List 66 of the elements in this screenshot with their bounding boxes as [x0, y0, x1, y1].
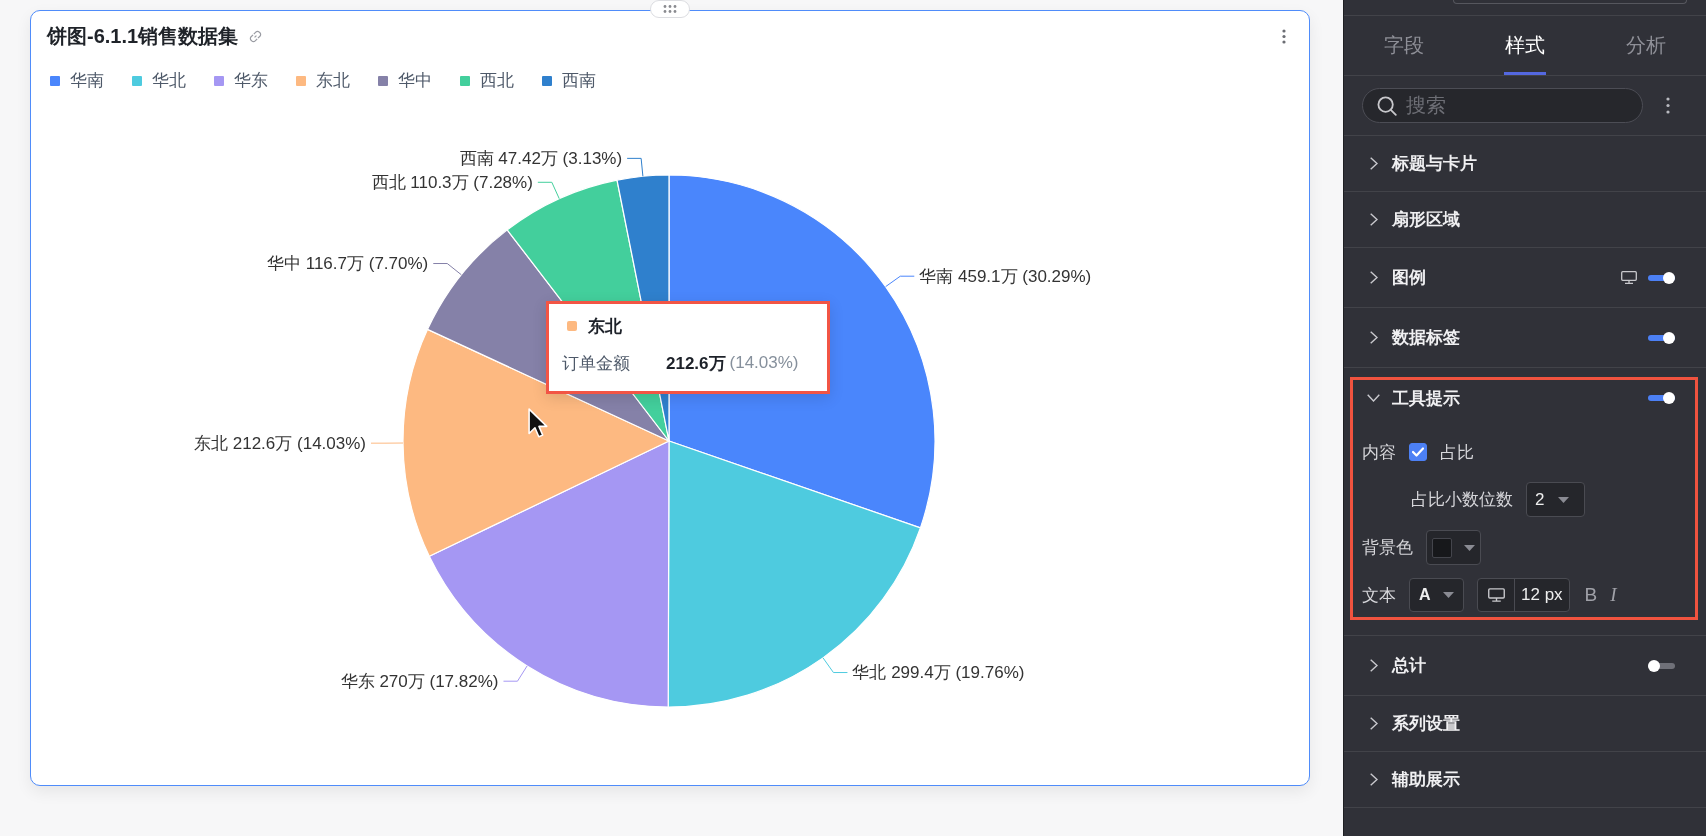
cursor-icon	[528, 408, 549, 439]
chart-title: 饼图-6.1.1销售数据集	[47, 24, 239, 48]
data-label: 华东 270万 (17.82%)	[340, 671, 499, 691]
tooltip-title: 东北	[588, 315, 622, 338]
search-icon	[1377, 96, 1397, 116]
section-header[interactable]: 工具提示	[1367, 386, 1460, 410]
section-header[interactable]: 图例	[1370, 266, 1426, 289]
tooltip-percent: (14.03%)	[729, 353, 799, 373]
pie-slice[interactable]	[428, 440, 670, 708]
legend-label[interactable]: 华东	[234, 71, 268, 91]
leader-line	[537, 181, 560, 200]
setting-label: 文本	[1362, 584, 1396, 607]
section-header[interactable]: 系列设置	[1370, 712, 1460, 735]
data-label: 华南 459.1万 (30.29%)	[919, 266, 1092, 286]
setting-label: 内容	[1362, 441, 1396, 464]
toggle-switch[interactable]	[1648, 392, 1675, 404]
tooltip-metric: 订单金额	[562, 352, 630, 375]
section-header[interactable]: 扇形区域	[1370, 208, 1460, 231]
data-label: 东北 212.6万 (14.03%)	[194, 433, 366, 453]
caret-icon	[1464, 544, 1475, 551]
more-icon[interactable]	[1282, 28, 1286, 44]
leader-line	[503, 665, 528, 682]
more-icon[interactable]	[1666, 97, 1670, 114]
search-field[interactable]: 搜索	[1362, 88, 1643, 123]
monitor-icon[interactable]	[1621, 271, 1637, 284]
drag-handle-icon[interactable]	[650, 0, 690, 18]
data-label: 华北 299.4万 (19.76%)	[852, 663, 1025, 683]
legend-label[interactable]: 华中	[398, 71, 432, 91]
legend-label[interactable]: 西南	[562, 71, 596, 91]
leader-line	[822, 657, 848, 674]
monitor-icon[interactable]	[1487, 588, 1505, 602]
leader-line	[370, 442, 404, 444]
setting-label: 占比小数位数	[1411, 489, 1513, 511]
legend-label[interactable]: 华北	[152, 71, 186, 91]
section-header[interactable]: 总计	[1370, 654, 1426, 677]
tooltip-value: 212.6万	[666, 352, 726, 375]
legend-label[interactable]: 华南	[70, 71, 104, 91]
legend-label[interactable]: 西北	[480, 71, 514, 91]
bold-button[interactable]: B	[1582, 584, 1600, 606]
tab[interactable]: 字段	[1383, 16, 1426, 75]
caret-icon	[1558, 496, 1570, 503]
option-label[interactable]: 占比	[1440, 440, 1474, 464]
data-label: 华中 116.7万 (7.70%)	[267, 254, 429, 274]
caret-icon	[1442, 592, 1454, 598]
tab[interactable]: 分析	[1624, 16, 1667, 75]
checkbox[interactable]	[1409, 443, 1427, 461]
link-icon[interactable]	[248, 28, 264, 44]
toggle-switch[interactable]	[1648, 271, 1675, 284]
leader-line	[885, 275, 915, 288]
section-header[interactable]: 辅助展示	[1370, 768, 1460, 791]
font-size-field[interactable]: 12 px	[1477, 578, 1570, 612]
tab[interactable]: 样式	[1504, 16, 1546, 75]
toggle-switch[interactable]	[1648, 659, 1675, 672]
section-header[interactable]: 数据标签	[1370, 326, 1460, 349]
toggle-switch[interactable]	[1648, 331, 1675, 344]
leader-line	[432, 263, 462, 276]
section-header[interactable]: 标题与卡片	[1370, 152, 1477, 175]
legend-label[interactable]: 东北	[316, 71, 350, 91]
data-label: 西南 47.42万 (3.13%)	[459, 148, 623, 168]
color-select[interactable]	[1426, 530, 1481, 565]
leader-line	[626, 157, 644, 177]
italic-button[interactable]: I	[1608, 584, 1619, 606]
decimal-select[interactable]: 2	[1526, 482, 1585, 517]
data-label: 西北 110.3万 (7.28%)	[371, 172, 533, 192]
font-color-select[interactable]: A	[1409, 578, 1464, 612]
setting-label: 背景色	[1362, 537, 1413, 559]
